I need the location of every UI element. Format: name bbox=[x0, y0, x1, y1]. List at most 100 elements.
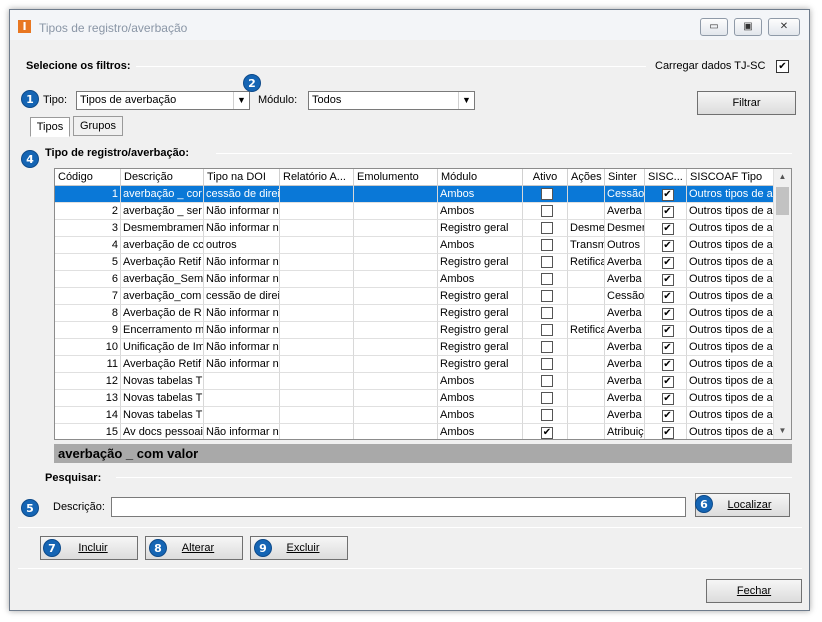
checkbox-sisc[interactable]: ✔ bbox=[661, 359, 674, 371]
checkbox-sisc[interactable]: ✔ bbox=[661, 274, 674, 286]
cell-sisc[interactable]: ✔ bbox=[645, 254, 687, 271]
cell-ativo[interactable] bbox=[523, 220, 568, 237]
checkbox-sisc[interactable]: ✔ bbox=[661, 189, 674, 201]
cell-ativo[interactable] bbox=[523, 305, 568, 322]
filter-button[interactable]: Filtrar bbox=[697, 91, 796, 115]
checkbox-ativo[interactable] bbox=[541, 324, 553, 336]
cell-sisc[interactable]: ✔ bbox=[645, 407, 687, 424]
table-row[interactable]: 13 Novas tabelas T Ambos Averba ✔ Outros tipo… bbox=[55, 390, 775, 407]
table-row[interactable]: 3 Desmembrament Não informar n Registro ger… bbox=[55, 220, 775, 237]
checkbox-ativo[interactable] bbox=[541, 273, 553, 285]
load-tj-checkbox[interactable]: ✔ bbox=[776, 60, 789, 73]
cell-sisc[interactable]: ✔ bbox=[645, 288, 687, 305]
checkbox-ativo[interactable] bbox=[541, 239, 553, 251]
table-row[interactable]: 2 averbação _ ser Não informar n Ambos Averb… bbox=[55, 203, 775, 220]
cell-sisc[interactable]: ✔ bbox=[645, 305, 687, 322]
chevron-down-icon[interactable]: ▼ bbox=[458, 92, 474, 109]
table-row[interactable]: 14 Novas tabelas T Ambos Averba ✔ Outros tipo… bbox=[55, 407, 775, 424]
cell-ativo[interactable] bbox=[523, 322, 568, 339]
cell-ativo[interactable] bbox=[523, 203, 568, 220]
cell-ativo[interactable] bbox=[523, 186, 568, 203]
minimize-button[interactable]: ▭ bbox=[700, 18, 728, 36]
table-vertical-scrollbar[interactable]: ▲ ▼ bbox=[773, 169, 791, 439]
checkbox-sisc[interactable]: ✔ bbox=[661, 223, 674, 235]
table-row[interactable]: 6 averbação_Sem Não informar n Ambos Averba ✔… bbox=[55, 271, 775, 288]
descricao-search-input[interactable] bbox=[111, 497, 686, 517]
checkbox-ativo[interactable] bbox=[541, 358, 553, 370]
cell-ativo[interactable] bbox=[523, 288, 568, 305]
table-row[interactable]: 8 Averbação de R Não informar n Registro ge… bbox=[55, 305, 775, 322]
cell-ativo[interactable] bbox=[523, 407, 568, 424]
checkbox-ativo[interactable] bbox=[541, 307, 553, 319]
scrollbar-thumb[interactable] bbox=[776, 187, 789, 215]
cell-ativo[interactable] bbox=[523, 271, 568, 288]
checkbox-ativo[interactable] bbox=[541, 409, 553, 421]
table-row[interactable]: 1 averbação _ cor cessão de direi Ambos Cess… bbox=[55, 186, 775, 203]
column-header-siscoaf-tipo[interactable]: SISCOAF Tipo bbox=[687, 169, 775, 186]
checkbox-ativo[interactable] bbox=[541, 256, 553, 268]
table-row[interactable]: 11 Averbação Retif Não informar n Registro … bbox=[55, 356, 775, 373]
scroll-down-icon[interactable]: ▼ bbox=[774, 423, 791, 439]
cell-ativo[interactable] bbox=[523, 237, 568, 254]
table-row[interactable]: 4 averbação de cc outros Ambos Transm Outros ✔… bbox=[55, 237, 775, 254]
checkbox-sisc[interactable]: ✔ bbox=[661, 257, 674, 269]
cell-sisc[interactable]: ✔ bbox=[645, 356, 687, 373]
records-table[interactable]: Código Descrição Tipo na DOI Relatório A… bbox=[54, 168, 792, 440]
checkbox-sisc[interactable]: ✔ bbox=[661, 291, 674, 303]
cell-sisc[interactable]: ✔ bbox=[645, 339, 687, 356]
checkbox-sisc[interactable]: ✔ bbox=[661, 342, 674, 354]
table-row[interactable]: 15 Av docs pessoai Não informar n Ambos ✔ Atr… bbox=[55, 424, 775, 439]
checkbox-ativo[interactable] bbox=[541, 392, 553, 404]
cell-sisc[interactable]: ✔ bbox=[645, 322, 687, 339]
column-header-emolumento[interactable]: Emolumento bbox=[354, 169, 438, 186]
checkbox-sisc[interactable]: ✔ bbox=[661, 427, 674, 439]
checkbox-ativo[interactable] bbox=[541, 290, 553, 302]
checkbox-ativo[interactable] bbox=[541, 222, 553, 234]
table-row[interactable]: 5 Averbação Retif Não informar n Registro g… bbox=[55, 254, 775, 271]
checkbox-sisc[interactable]: ✔ bbox=[661, 240, 674, 252]
cell-sisc[interactable]: ✔ bbox=[645, 237, 687, 254]
cell-sisc[interactable]: ✔ bbox=[645, 220, 687, 237]
cell-ativo[interactable]: ✔ bbox=[523, 424, 568, 439]
cell-sisc[interactable]: ✔ bbox=[645, 271, 687, 288]
checkbox-sisc[interactable]: ✔ bbox=[661, 393, 674, 405]
cell-sisc[interactable]: ✔ bbox=[645, 373, 687, 390]
cell-ativo[interactable] bbox=[523, 356, 568, 373]
scroll-up-icon[interactable]: ▲ bbox=[774, 169, 791, 185]
close-button[interactable]: ✕ bbox=[768, 18, 800, 36]
column-header-modulo[interactable]: Módulo bbox=[438, 169, 523, 186]
checkbox-sisc[interactable]: ✔ bbox=[661, 325, 674, 337]
cell-ativo[interactable] bbox=[523, 373, 568, 390]
chevron-down-icon[interactable]: ▼ bbox=[233, 92, 249, 109]
table-row[interactable]: 10 Unificação de Im Não informar n Registro… bbox=[55, 339, 775, 356]
checkbox-sisc[interactable]: ✔ bbox=[661, 376, 674, 388]
checkbox-ativo[interactable] bbox=[541, 375, 553, 387]
checkbox-ativo[interactable] bbox=[541, 205, 553, 217]
cell-sisc[interactable]: ✔ bbox=[645, 390, 687, 407]
maximize-button[interactable]: ▣ bbox=[734, 18, 762, 36]
checkbox-ativo[interactable]: ✔ bbox=[541, 427, 553, 439]
cell-ativo[interactable] bbox=[523, 254, 568, 271]
cell-ativo[interactable] bbox=[523, 339, 568, 356]
column-header-relatorio[interactable]: Relatório A... bbox=[280, 169, 354, 186]
cell-sisc[interactable]: ✔ bbox=[645, 203, 687, 220]
fechar-button[interactable]: Fechar bbox=[706, 579, 802, 603]
checkbox-ativo[interactable] bbox=[541, 341, 553, 353]
table-row[interactable]: 7 averbação_com cessão de direi Registro ge… bbox=[55, 288, 775, 305]
checkbox-sisc[interactable]: ✔ bbox=[661, 308, 674, 320]
column-header-sisc[interactable]: SISC... bbox=[645, 169, 687, 186]
table-row[interactable]: 12 Novas tabelas T Ambos Averba ✔ Outros tipo… bbox=[55, 373, 775, 390]
column-header-tipo-doi[interactable]: Tipo na DOI bbox=[204, 169, 280, 186]
checkbox-ativo[interactable] bbox=[541, 188, 553, 200]
checkbox-sisc[interactable]: ✔ bbox=[661, 206, 674, 218]
table-row[interactable]: 9 Encerramento m Não informar n Registro ge… bbox=[55, 322, 775, 339]
cell-sisc[interactable]: ✔ bbox=[645, 424, 687, 439]
column-header-descricao[interactable]: Descrição bbox=[121, 169, 204, 186]
column-header-ativo[interactable]: Ativo bbox=[523, 169, 568, 186]
cell-ativo[interactable] bbox=[523, 390, 568, 407]
column-header-codigo[interactable]: Código bbox=[55, 169, 121, 186]
modulo-select[interactable]: Todos ▼ bbox=[308, 91, 475, 110]
title-bar[interactable]: I Tipos de registro/averbação ▭ ▣ ✕ bbox=[10, 10, 809, 40]
cell-sisc[interactable]: ✔ bbox=[645, 186, 687, 203]
tab-tipos[interactable]: Tipos bbox=[30, 117, 70, 137]
